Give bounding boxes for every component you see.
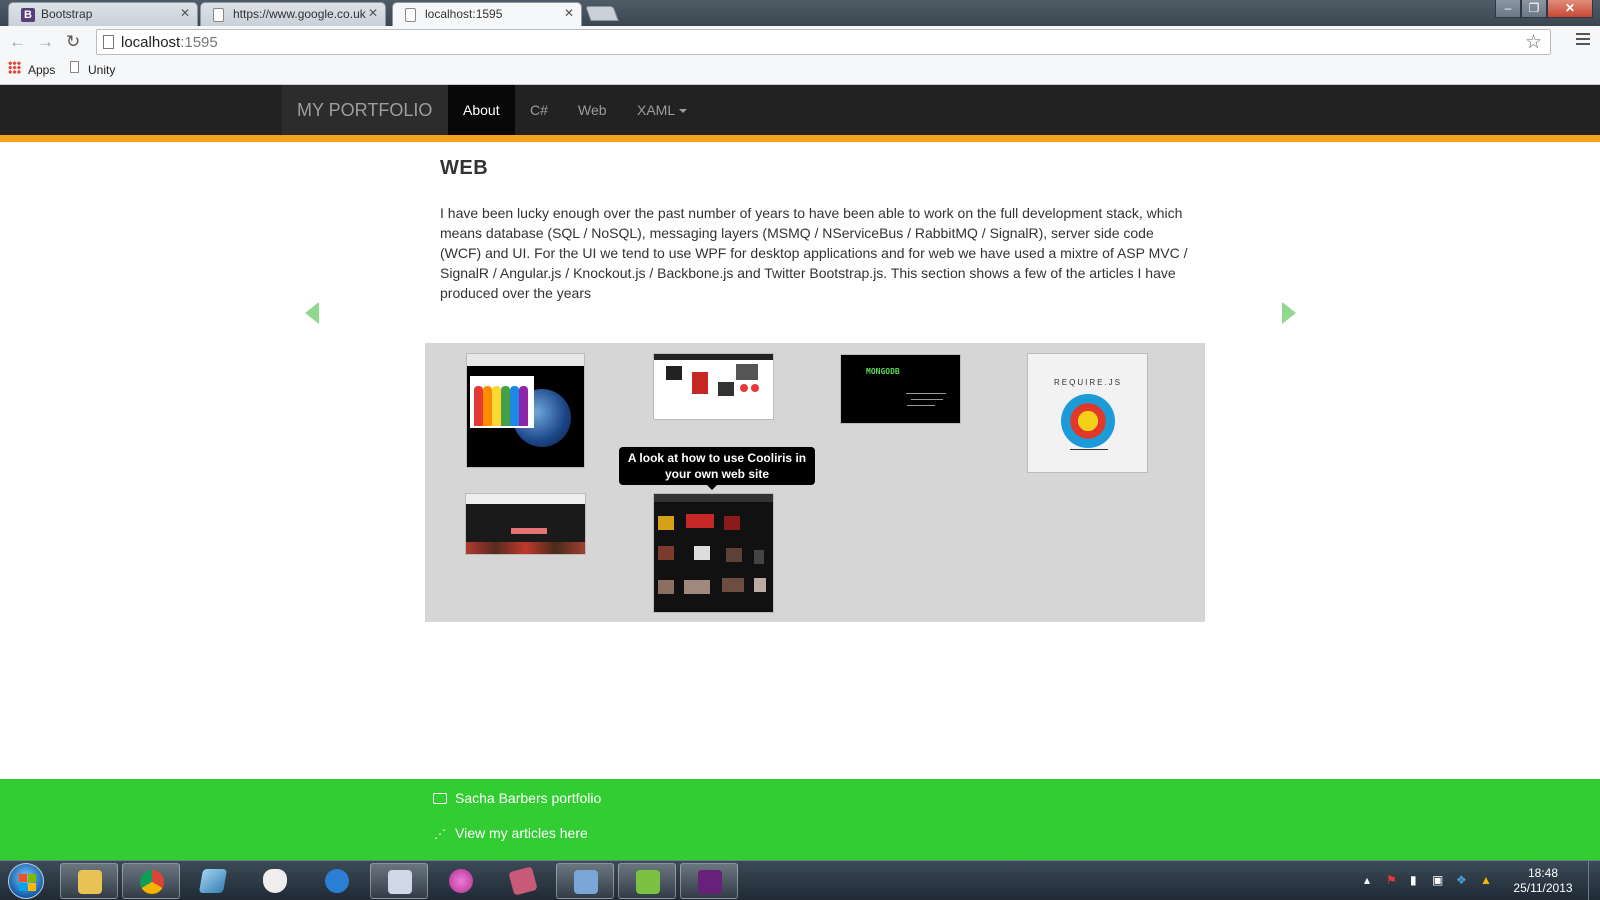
explorer-taskbar-button[interactable]	[60, 863, 118, 899]
carousel-next-arrow-icon[interactable]	[1282, 302, 1296, 324]
reload-icon[interactable]: ↻	[66, 32, 80, 52]
forward-icon[interactable]: →	[37, 32, 54, 52]
brand-link[interactable]: MY PORTFOLIO	[282, 85, 448, 135]
thumbnail-requirejs-text: REQUIRE.JS	[1054, 378, 1123, 387]
section-title: WEB	[440, 157, 489, 179]
carousel-prev-arrow-icon[interactable]	[305, 302, 319, 324]
chrome-icon	[140, 870, 164, 894]
folder-icon	[78, 870, 102, 894]
target-icon	[1061, 394, 1115, 448]
chart-icon	[636, 870, 660, 894]
taskbar-app-button[interactable]	[494, 863, 552, 899]
footer-articles-link[interactable]: ⋰ View my articles here	[432, 825, 588, 841]
browser-toolbar: ← → ↻ localhost:1595 ☆	[0, 26, 1600, 58]
site-footer	[0, 779, 1600, 860]
footer-portfolio-label: Sacha Barbers portfolio	[455, 790, 602, 806]
taskbar-app-button[interactable]	[370, 863, 428, 899]
tab-localhost[interactable]: localhost:1595 ✕	[392, 2, 582, 27]
book-icon	[508, 866, 538, 896]
footer-articles-label: View my articles here	[455, 825, 588, 841]
taskbar-app-button[interactable]	[246, 863, 304, 899]
battery-icon[interactable]: ▮	[1410, 873, 1417, 887]
address-bar[interactable]: localhost:1595 ☆	[96, 29, 1551, 55]
footer-portfolio-link[interactable]: Sacha Barbers portfolio	[432, 790, 601, 806]
nav-xaml-label: XAML	[637, 102, 676, 118]
page-icon	[213, 8, 224, 22]
chat-icon	[433, 793, 447, 804]
new-tab-button[interactable]	[585, 6, 619, 21]
tab-title: localhost:1595	[425, 7, 503, 21]
lightning-icon	[325, 869, 349, 893]
bookmark-apps[interactable]: Apps	[28, 63, 55, 77]
nav-about[interactable]: About	[448, 85, 515, 135]
site-navbar	[0, 85, 1600, 135]
page-icon	[405, 8, 416, 22]
taskbar-app-button[interactable]	[556, 863, 614, 899]
tab-close-icon[interactable]: ✕	[180, 6, 190, 20]
taskbar-app-button[interactable]	[618, 863, 676, 899]
bootstrap-icon: B	[21, 8, 35, 22]
navbar-accent-bar	[0, 135, 1600, 142]
clock-time: 18:48	[1527, 866, 1559, 880]
article-thumbnail[interactable]: MONGODB	[840, 354, 961, 424]
taskbar-app-button[interactable]	[184, 863, 242, 899]
control-panel-icon	[574, 870, 598, 894]
maximize-button[interactable]: ❐	[1521, 0, 1547, 18]
nav-web[interactable]: Web	[563, 85, 622, 135]
tab-strip: B Bootstrap ✕ https://www.google.co.uk ✕…	[0, 0, 1600, 27]
visual-studio-taskbar-button[interactable]	[680, 863, 738, 899]
taskbar-app-button[interactable]	[308, 863, 366, 899]
network-icon[interactable]: ▣	[1432, 873, 1443, 887]
tab-close-icon[interactable]: ✕	[564, 6, 574, 20]
taskbar-app-button[interactable]	[432, 863, 490, 899]
editor-icon	[388, 870, 412, 894]
article-thumbnail-cooliris[interactable]	[653, 493, 774, 613]
article-thumbnail[interactable]	[465, 493, 586, 555]
tab-title: Bootstrap	[41, 7, 93, 21]
system-clock[interactable]: 18:48 25/11/2013	[1512, 866, 1574, 896]
fox-icon	[263, 869, 287, 893]
chrome-taskbar-button[interactable]	[122, 863, 180, 899]
article-thumbnail[interactable]: REQUIRE.JS	[1027, 353, 1148, 473]
show-desktop-button[interactable]	[1588, 861, 1600, 900]
tray-expand-icon[interactable]: ▴	[1364, 873, 1370, 887]
page-icon	[103, 35, 114, 49]
drive-icon[interactable]: ▲	[1480, 873, 1492, 887]
thumbnail-mongodb-text: MONGODB	[866, 367, 900, 376]
tab-bootstrap[interactable]: B Bootstrap ✕	[8, 2, 198, 26]
clock-date: 25/11/2013	[1513, 881, 1573, 895]
address-host: localhost	[121, 34, 181, 51]
section-description: I have been lucky enough over the past n…	[440, 205, 1188, 301]
article-thumbnail[interactable]	[466, 353, 585, 468]
close-window-button[interactable]: ✕	[1547, 0, 1593, 18]
caret-down-icon	[679, 109, 688, 114]
apps-grid-icon	[8, 61, 21, 74]
bookmarks-bar: Apps Unity	[0, 58, 1600, 85]
thumbnail-tooltip: A look at how to use Cooliris in your ow…	[619, 447, 815, 485]
address-port: :1595	[180, 34, 218, 51]
tab-title: https://www.google.co.uk	[233, 7, 366, 21]
action-center-icon[interactable]: ⚑	[1386, 873, 1397, 887]
back-icon[interactable]: ←	[9, 32, 26, 52]
nav-xaml-dropdown[interactable]: XAML	[622, 85, 702, 135]
dropbox-icon[interactable]: ❖	[1456, 873, 1467, 887]
page-icon	[70, 61, 79, 73]
tab-google[interactable]: https://www.google.co.uk ✕	[200, 2, 386, 26]
minimize-button[interactable]: –	[1495, 0, 1521, 18]
app-icon	[198, 869, 228, 893]
windows-taskbar: ▴ ⚑ ▮ ▣ ❖ ▲ 18:48 25/11/2013	[0, 860, 1600, 900]
article-thumbnail[interactable]	[653, 353, 774, 420]
tab-close-icon[interactable]: ✕	[368, 6, 378, 20]
share-icon: ⋰	[434, 827, 446, 841]
start-button[interactable]	[8, 863, 44, 899]
bookmark-star-icon[interactable]: ☆	[1525, 31, 1542, 54]
bookmark-unity[interactable]: Unity	[88, 63, 115, 77]
nav-csharp[interactable]: C#	[515, 85, 563, 135]
tooltip-arrow	[707, 485, 717, 490]
menu-icon[interactable]	[1576, 33, 1590, 48]
swirl-icon	[449, 869, 473, 893]
visual-studio-icon	[698, 870, 722, 894]
